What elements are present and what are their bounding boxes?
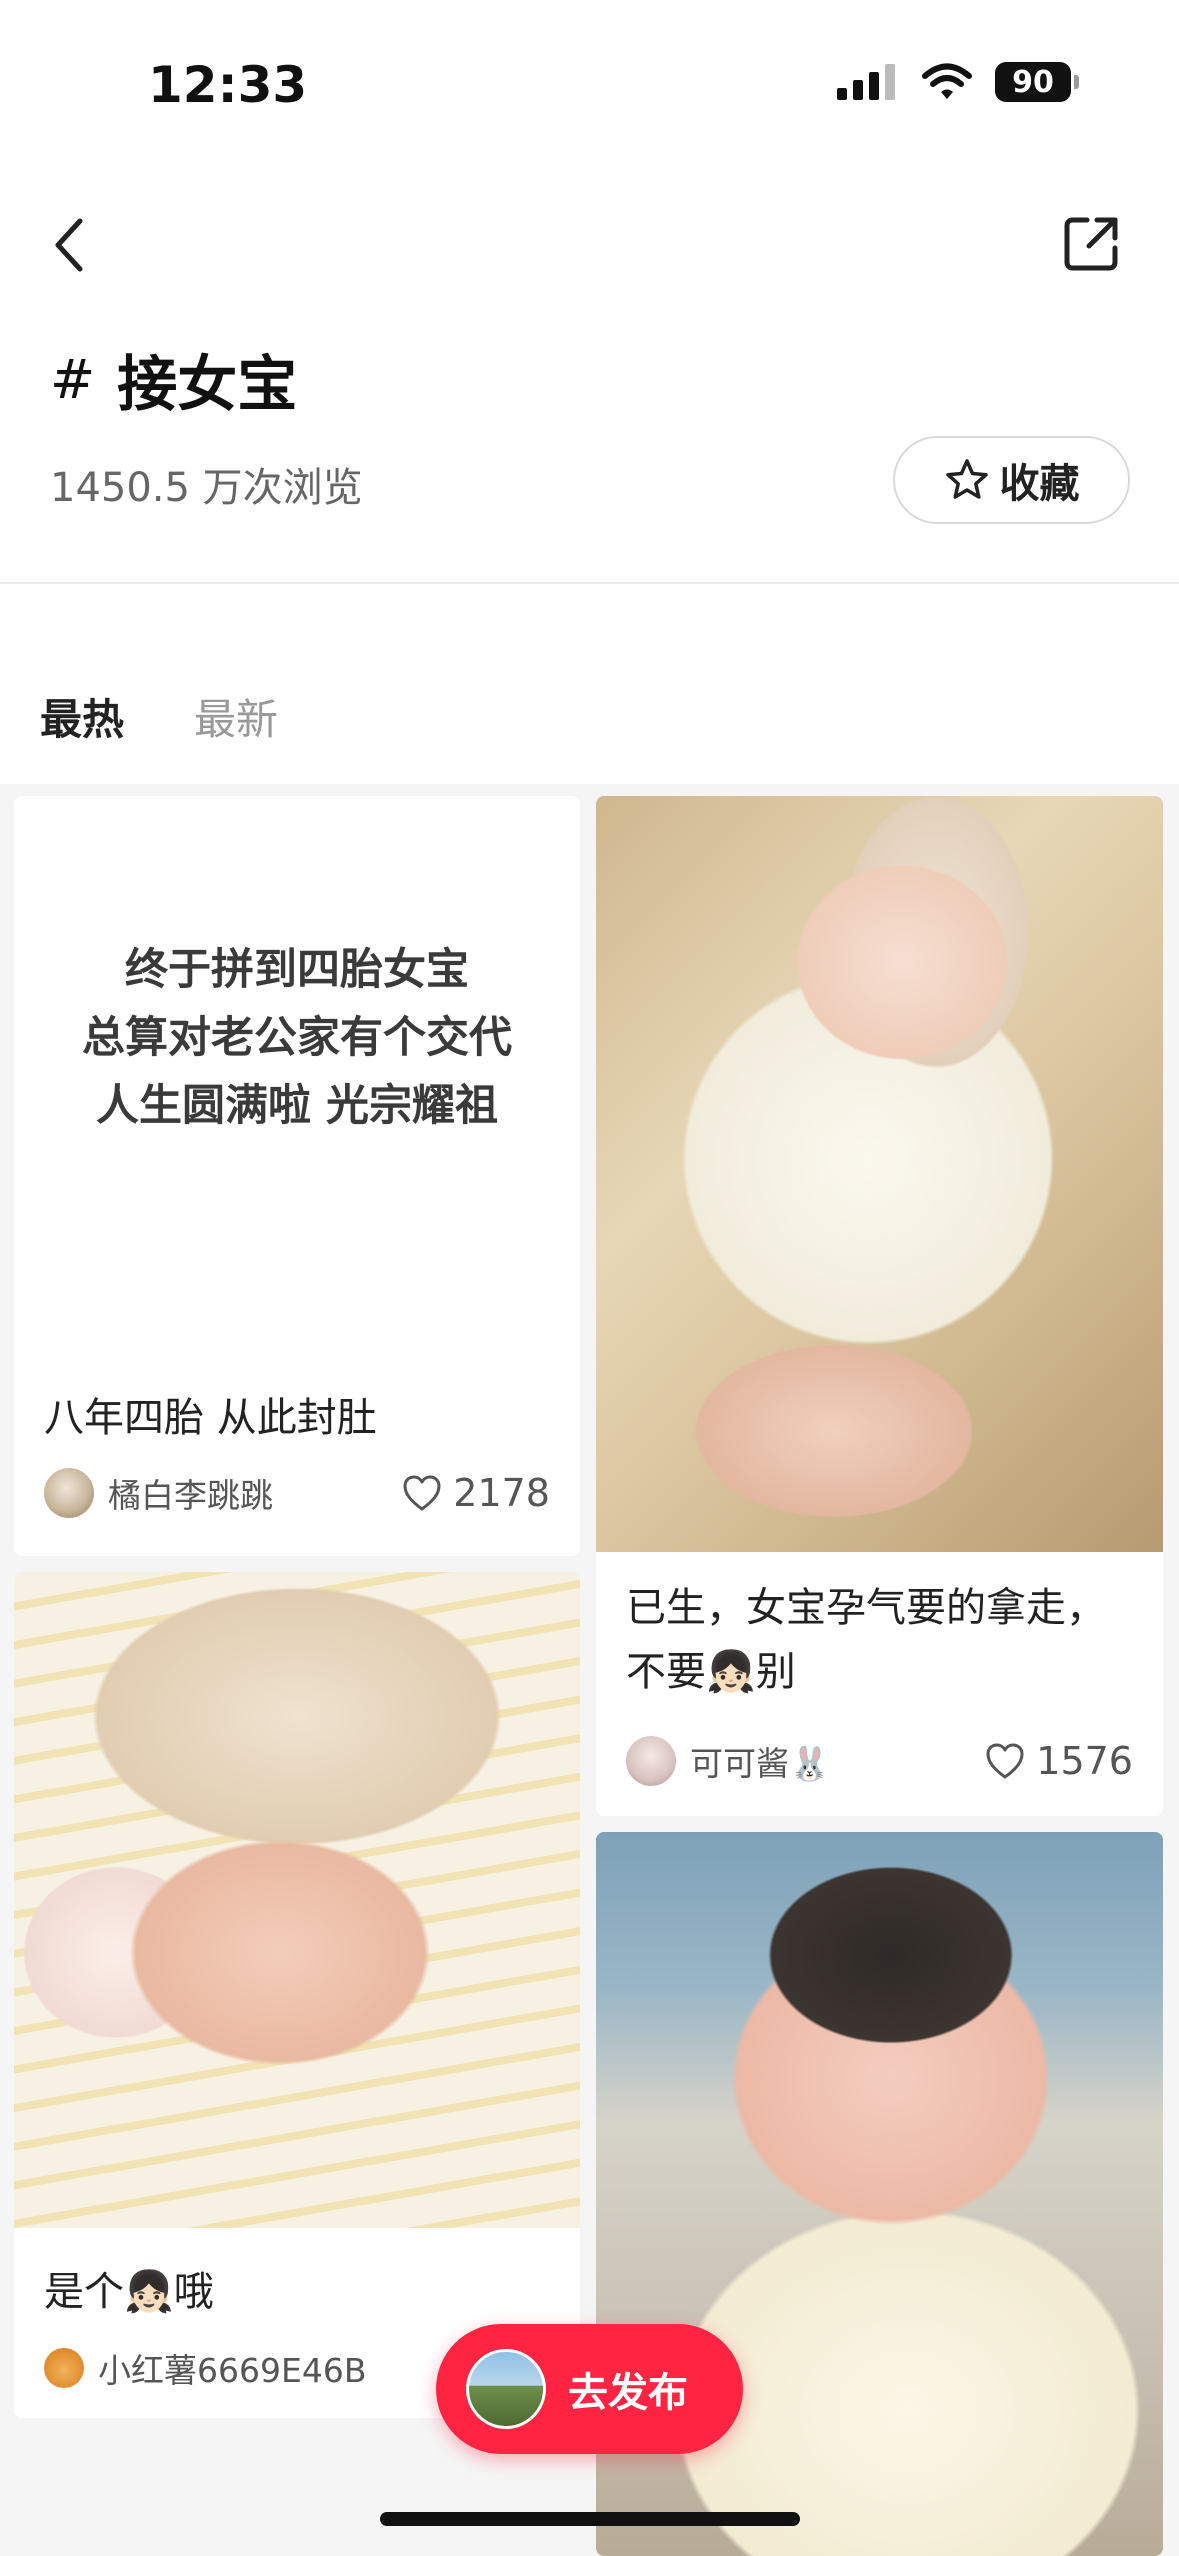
home-indicator[interactable] xyxy=(380,2512,800,2526)
share-icon xyxy=(1064,217,1118,271)
post-title: 八年四胎 从此封肚 xyxy=(44,1395,377,1441)
avatar xyxy=(626,1736,676,1786)
like-button[interactable]: 2178 xyxy=(401,1471,550,1515)
post-title: 已生，女宝孕气要的拿走，不要👧🏻别 xyxy=(626,1585,1106,1695)
like-count: 2178 xyxy=(453,1471,550,1515)
star-icon xyxy=(945,459,988,499)
back-button[interactable] xyxy=(40,205,100,285)
back-icon xyxy=(55,218,83,272)
status-icons: 90 xyxy=(837,62,1079,102)
sort-tabs: 最热 最新 xyxy=(0,584,1179,784)
like-count: 1576 xyxy=(1036,1739,1133,1783)
post-card[interactable]: 是个👧🏻哦 小红薯6669E46B xyxy=(14,1572,580,2418)
author-name: 可可酱🐰 xyxy=(690,1744,831,1783)
avatar xyxy=(44,1468,94,1518)
cover-line: 人生圆满啦 光宗耀祖 xyxy=(96,1081,498,1131)
favorite-label: 收藏 xyxy=(999,461,1080,507)
topic-header: 12:33 90 # 接女宝 1450.5 万次浏览 收藏 xyxy=(0,0,1179,584)
cover-line: 终于拼到四胎女宝 xyxy=(125,945,469,995)
signal-icon xyxy=(837,64,895,100)
cover-text: 终于拼到四胎女宝 总算对老公家有个交代 人生圆满啦 光宗耀祖 xyxy=(14,936,580,1140)
hash-icon: # xyxy=(50,348,96,411)
battery-icon: 90 xyxy=(995,62,1079,102)
publish-button[interactable]: 去发布 xyxy=(436,2324,743,2454)
post-author[interactable]: 橘白李跳跳 xyxy=(44,1468,273,1518)
user-avatar xyxy=(466,2349,546,2429)
wifi-icon xyxy=(922,63,972,99)
author-name: 橘白李跳跳 xyxy=(108,1476,273,1515)
heart-icon xyxy=(986,1743,1024,1779)
post-card[interactable]: 已生，女宝孕气要的拿走，不要👧🏻别 可可酱🐰 1576 xyxy=(596,796,1163,1816)
view-count: 1450.5 万次浏览 xyxy=(50,465,363,511)
battery-cap xyxy=(1074,75,1079,89)
status-time: 12:33 xyxy=(148,56,308,114)
post-photo xyxy=(14,1572,580,2228)
author-name: 小红薯6669E46B xyxy=(98,2351,367,2390)
post-photo xyxy=(596,796,1163,1552)
battery-level: 90 xyxy=(995,62,1071,102)
post-title: 是个👧🏻哦 xyxy=(44,2269,214,2315)
avatar xyxy=(44,2348,84,2388)
publish-label: 去发布 xyxy=(568,2370,688,2416)
tab-hottest[interactable]: 最热 xyxy=(40,686,124,747)
post-author[interactable]: 可可酱🐰 xyxy=(626,1736,830,1786)
cover-line: 总算对老公家有个交代 xyxy=(82,1013,512,1063)
favorite-button[interactable]: 收藏 xyxy=(893,436,1130,524)
share-button[interactable] xyxy=(1053,206,1129,282)
post-author[interactable]: 小红薯6669E46B xyxy=(44,2344,366,2392)
tab-newest[interactable]: 最新 xyxy=(194,686,278,747)
post-card[interactable]: 终于拼到四胎女宝 总算对老公家有个交代 人生圆满啦 光宗耀祖 八年四胎 从此封肚… xyxy=(14,796,580,1556)
like-button[interactable]: 1576 xyxy=(984,1739,1133,1783)
post-meta: 可可酱🐰 1576 xyxy=(626,1736,1133,1786)
post-meta: 橘白李跳跳 2178 xyxy=(44,1468,550,1518)
heart-icon xyxy=(403,1475,441,1511)
topic-title: # 接女宝 xyxy=(50,336,297,423)
topic-name: 接女宝 xyxy=(117,350,298,420)
